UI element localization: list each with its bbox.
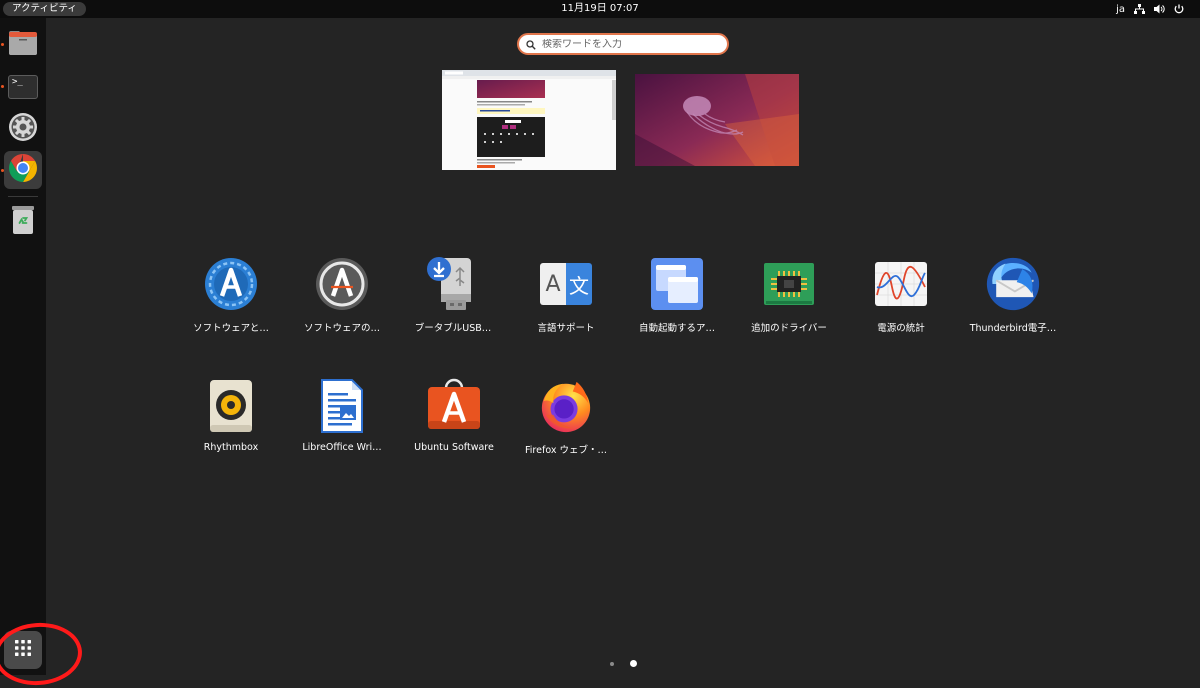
firefox-icon: [538, 378, 594, 434]
app-thunderbird[interactable]: Thunderbird電子…: [958, 256, 1068, 356]
system-tray[interactable]: ja: [1116, 0, 1184, 18]
chrome-icon: [8, 153, 38, 187]
folder-icon: [8, 30, 38, 60]
language-glyph-latin: A: [540, 263, 566, 305]
app-startup-applications[interactable]: 自動起動するア…: [622, 256, 732, 356]
dock-separator: [8, 196, 38, 197]
drivers-chip-icon: [761, 256, 817, 312]
app-additional-drivers[interactable]: 追加のドライバー: [734, 256, 844, 356]
dock-item-files[interactable]: [4, 26, 42, 64]
language-support-icon: A 文: [538, 256, 594, 312]
volume-icon[interactable]: [1154, 4, 1165, 14]
app-label: Firefox ウェブ・…: [525, 445, 607, 456]
input-method-indicator[interactable]: ja: [1116, 4, 1125, 15]
terminal-icon: >_: [8, 75, 38, 99]
app-label: 自動起動するア…: [638, 323, 715, 334]
page-dot-2[interactable]: [630, 660, 637, 667]
startup-apps-icon: [649, 256, 705, 312]
app-usb-creator[interactable]: ブータブルUSB…: [398, 256, 508, 356]
activities-button[interactable]: アクティビティ: [3, 2, 86, 16]
red-annotation-circle: [0, 620, 85, 688]
language-glyph-cjk: 文: [566, 263, 592, 305]
thunderbird-icon: [985, 256, 1041, 312]
page-dot-1[interactable]: [610, 662, 614, 666]
search-box[interactable]: [517, 33, 729, 55]
clock: 11月19日 07:07: [0, 0, 1200, 18]
app-language-support[interactable]: A 文 言語サポート: [511, 256, 621, 356]
app-label: ブータブルUSB…: [414, 323, 492, 334]
gear-icon: [8, 112, 38, 146]
network-icon[interactable]: [1134, 4, 1145, 14]
app-label: Ubuntu Software: [414, 442, 494, 453]
search-icon: [526, 35, 536, 54]
usb-creator-icon: [425, 256, 481, 312]
top-bar: アクティビティ 11月19日 07:07 ja: [0, 0, 1200, 18]
ubuntu-software-icon: [426, 378, 482, 434]
power-statistics-icon: [873, 256, 929, 312]
app-power-statistics[interactable]: 電源の統計: [846, 256, 956, 356]
app-label: Thunderbird電子…: [969, 323, 1057, 334]
app-label: LibreOffice Wri…: [302, 442, 382, 453]
app-label: 言語サポート: [537, 323, 595, 334]
app-label: 電源の統計: [877, 323, 925, 334]
app-libreoffice-writer[interactable]: LibreOffice Wri…: [287, 378, 397, 478]
power-menu-icon[interactable]: [1174, 4, 1184, 14]
app-label: ソフトウェアの…: [303, 323, 380, 334]
dock-item-trash[interactable]: [4, 203, 42, 241]
software-updater-icon: [314, 256, 370, 312]
rhythmbox-icon: [203, 378, 259, 434]
trash-icon: [10, 205, 36, 239]
window-thumbnail-browser[interactable]: [442, 70, 616, 170]
dock-item-settings[interactable]: [4, 110, 42, 148]
dock: >_: [0, 18, 85, 688]
app-firefox[interactable]: Firefox ウェブ・…: [511, 378, 621, 478]
dock-item-chrome[interactable]: [4, 151, 42, 189]
clock-label[interactable]: 11月19日 07:07: [561, 3, 638, 14]
app-label: 追加のドライバー: [751, 323, 827, 334]
dock-item-terminal[interactable]: >_: [4, 68, 42, 106]
app-software-updates[interactable]: ソフトウェアと…: [176, 256, 286, 356]
app-label: Rhythmbox: [203, 442, 259, 453]
software-updates-icon: [203, 256, 259, 312]
libreoffice-writer-icon: [314, 378, 370, 434]
app-label: ソフトウェアと…: [193, 323, 269, 334]
search-input[interactable]: [542, 38, 722, 50]
app-ubuntu-software[interactable]: Ubuntu Software: [399, 378, 509, 478]
window-thumbnail-wallpaper[interactable]: [635, 74, 799, 166]
terminal-prompt: >_: [12, 77, 23, 87]
app-software-updater[interactable]: ソフトウェアの…: [287, 256, 397, 356]
app-rhythmbox[interactable]: Rhythmbox: [176, 378, 286, 478]
page-indicator: [0, 660, 1200, 668]
